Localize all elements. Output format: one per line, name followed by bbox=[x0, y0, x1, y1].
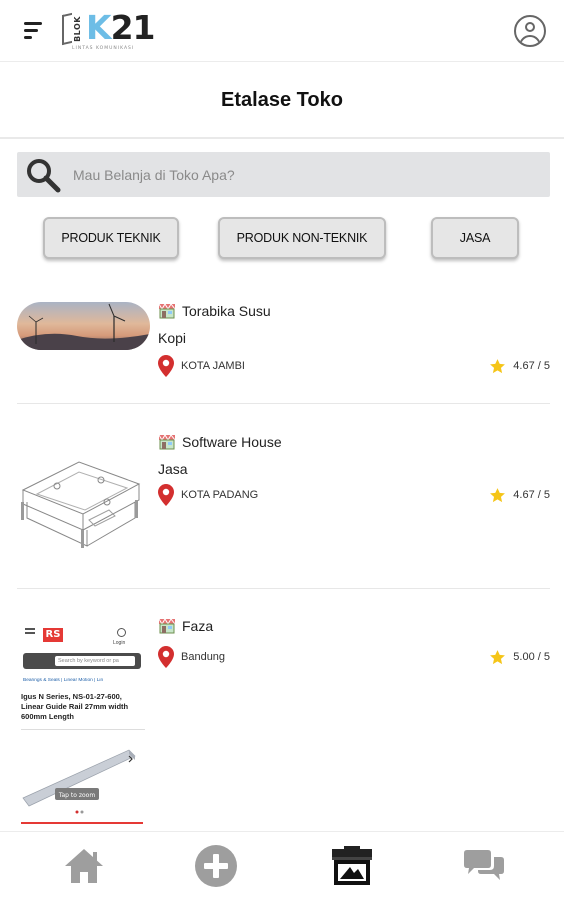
shop-icon bbox=[158, 434, 176, 450]
top-app-bar: BLOK K21 LINTAS KOMUNIKASI bbox=[0, 0, 564, 62]
store-location: Bandung bbox=[181, 651, 226, 663]
store-thumbnail: RS Login Search by keyword or pa Bearing… bbox=[17, 616, 147, 830]
menu-icon[interactable] bbox=[24, 20, 46, 40]
nav-home-icon[interactable] bbox=[60, 844, 108, 888]
star-icon bbox=[490, 487, 506, 502]
store-location: KOTA JAMBI bbox=[181, 360, 245, 372]
star-icon bbox=[490, 358, 506, 373]
svg-text:Tap to zoom: Tap to zoom bbox=[58, 792, 95, 799]
category-button-produk-teknik[interactable]: PRODUK TEKNIK bbox=[43, 217, 179, 259]
brand-logo: BLOK K21 LINTAS KOMUNIKASI bbox=[62, 10, 156, 52]
category-button-jasa[interactable]: JASA bbox=[431, 217, 519, 259]
search-bar bbox=[17, 152, 550, 197]
store-name: Software House bbox=[182, 434, 282, 450]
store-card-torabika-susu[interactable]: Torabika Susu Kopi KOTA JAMBI 4.67 / 5 bbox=[17, 301, 550, 391]
store-name: Faza bbox=[182, 618, 214, 634]
location-pin-icon bbox=[158, 646, 174, 668]
store-thumbnail bbox=[17, 444, 145, 554]
store-category: Jasa bbox=[158, 461, 188, 477]
page-header: Etalase Toko bbox=[0, 62, 564, 139]
page-title: Etalase Toko bbox=[221, 89, 343, 111]
nav-add-circle-icon[interactable] bbox=[192, 844, 240, 888]
store-thumbnail bbox=[17, 302, 150, 350]
bottom-navigation bbox=[0, 831, 564, 900]
store-card-faza[interactable]: RS Login Search by keyword or pa Bearing… bbox=[17, 616, 550, 830]
shop-icon bbox=[158, 303, 176, 319]
store-location: KOTA PADANG bbox=[181, 489, 259, 501]
store-card-software-house[interactable]: Software House Jasa KOTA PADANG 4.67 / 5 bbox=[17, 432, 550, 562]
location-pin-icon bbox=[158, 355, 174, 377]
search-icon[interactable] bbox=[25, 157, 61, 193]
location-pin-icon bbox=[158, 484, 174, 506]
nav-chat-icon[interactable] bbox=[460, 844, 508, 888]
store-rating: 4.67 / 5 bbox=[513, 489, 550, 501]
shop-icon bbox=[158, 618, 176, 634]
divider bbox=[17, 588, 550, 589]
nav-store-icon[interactable] bbox=[328, 844, 376, 888]
store-category: Kopi bbox=[158, 330, 187, 346]
divider bbox=[17, 403, 550, 404]
category-button-produk-non-teknik[interactable]: PRODUK NON-TEKNIK bbox=[218, 217, 386, 259]
store-name: Torabika Susu bbox=[182, 303, 271, 319]
store-rating: 5.00 / 5 bbox=[513, 651, 550, 663]
star-icon bbox=[490, 649, 506, 664]
profile-avatar-icon[interactable] bbox=[514, 15, 546, 47]
search-input[interactable] bbox=[73, 152, 533, 197]
store-rating: 4.67 / 5 bbox=[513, 360, 550, 372]
